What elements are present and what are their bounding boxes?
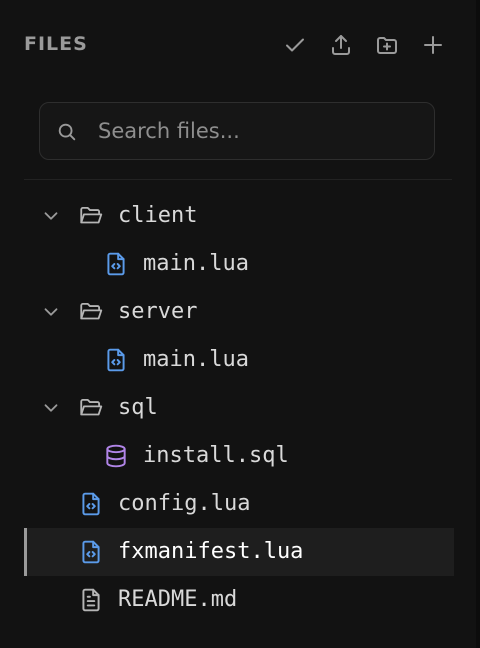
divider — [24, 179, 452, 180]
upload-button[interactable] — [322, 26, 360, 64]
tree-item-label: README.md — [118, 587, 238, 612]
upload-icon — [332, 35, 350, 55]
folder-open-icon — [80, 206, 103, 224]
tree-item-label: main.lua — [143, 347, 249, 372]
tree-file-readme-md[interactable]: README.md — [24, 576, 454, 624]
search-box — [39, 102, 435, 160]
folder-open-icon — [80, 302, 103, 320]
panel-edge — [476, 0, 480, 648]
explorer-header: FILES — [24, 26, 452, 64]
tree-item-label: server — [118, 299, 198, 324]
tree-file-client-main-lua[interactable]: main.lua — [24, 240, 454, 288]
code-file-icon — [107, 252, 125, 276]
tree-item-label: main.lua — [143, 251, 249, 276]
tree-file-server-main-lua[interactable]: main.lua — [24, 336, 454, 384]
code-file-icon — [82, 540, 100, 564]
tree-file-config-lua[interactable]: config.lua — [24, 480, 454, 528]
tree-item-label: client — [118, 203, 198, 228]
tree-folder-client[interactable]: client — [24, 192, 454, 240]
folder-plus-icon — [377, 37, 397, 54]
folder-open-icon — [80, 398, 103, 416]
header-actions — [268, 26, 452, 64]
tree-folder-server[interactable]: server — [24, 288, 454, 336]
tree-item-label: fxmanifest.lua — [118, 539, 304, 564]
explorer-title: FILES — [24, 33, 88, 55]
search-input[interactable] — [98, 103, 418, 159]
new-file-button[interactable] — [414, 26, 452, 64]
check-icon — [286, 38, 304, 52]
tree-file-fxmanifest-lua[interactable]: fxmanifest.lua — [24, 528, 454, 576]
tree-item-label: install.sql — [143, 443, 289, 468]
chevron-down-icon[interactable] — [40, 301, 62, 323]
database-icon — [106, 444, 126, 468]
tree-item-label: config.lua — [118, 491, 251, 516]
file-tree: client main.lua server main.lua sql inst… — [24, 192, 454, 624]
selection-indicator — [24, 528, 27, 576]
text-file-icon — [82, 588, 100, 612]
tree-file-install-sql[interactable]: install.sql — [24, 432, 454, 480]
tree-item-label: sql — [118, 395, 158, 420]
chevron-down-icon[interactable] — [40, 205, 62, 227]
new-folder-button[interactable] — [368, 26, 406, 64]
plus-icon — [424, 36, 442, 54]
search-icon — [58, 123, 76, 141]
code-file-icon — [82, 492, 100, 516]
tree-folder-sql[interactable]: sql — [24, 384, 454, 432]
confirm-button[interactable] — [276, 26, 314, 64]
chevron-down-icon[interactable] — [40, 397, 62, 419]
code-file-icon — [107, 348, 125, 372]
file-explorer-panel: FILES client — [0, 0, 476, 648]
